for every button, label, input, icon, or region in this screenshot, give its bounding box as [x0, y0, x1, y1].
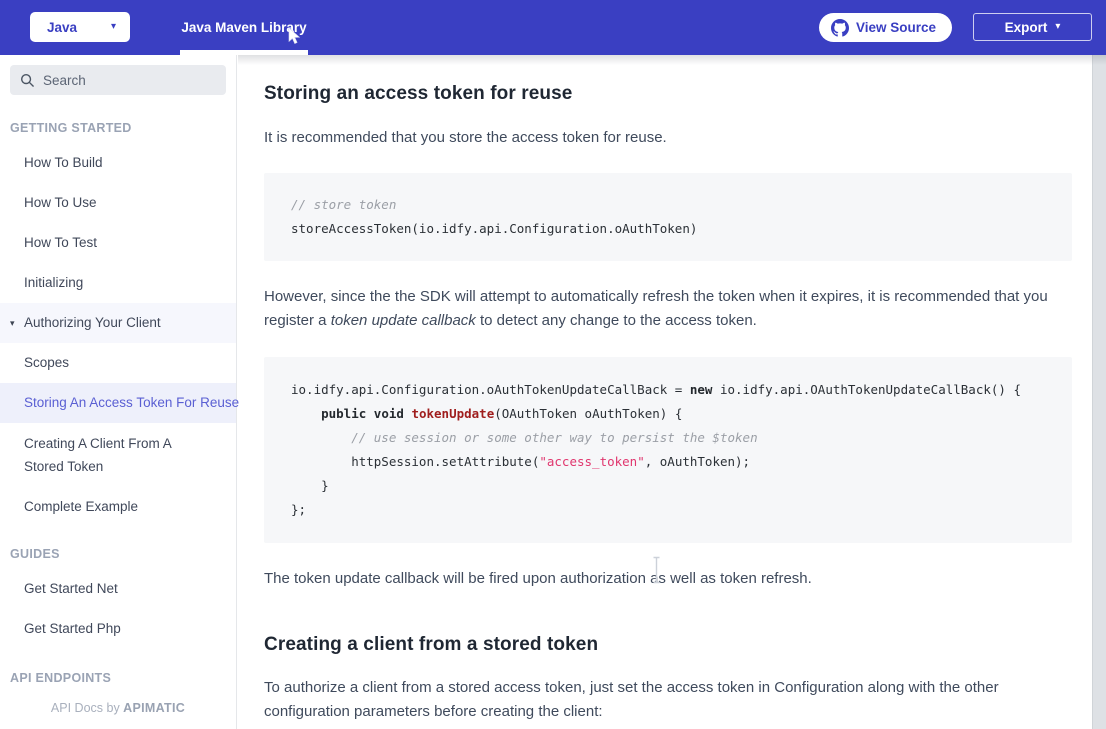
section-header-api-endpoints: API ENDPOINTS: [0, 671, 236, 685]
sidebar-item-label: Storing An Access Token For Reuse: [24, 395, 239, 410]
sidebar-item-how-to-use[interactable]: How To Use: [0, 183, 236, 223]
sidebar-item-label: Scopes: [24, 355, 69, 370]
apimatic-attribution: API Docs by APIMATIC: [0, 701, 236, 715]
code-line: io.idfy.api.Configuration.oAuthTokenUpda…: [291, 378, 1045, 402]
sidebar-item-label: Get Started Net: [24, 581, 118, 596]
sidebar-item-label: Get Started Php: [24, 621, 121, 636]
section-header-guides: GUIDES: [0, 547, 236, 561]
sidebar-item-label: How To Use: [24, 195, 97, 210]
sidebar-nav-guides: Get Started Net Get Started Php: [0, 569, 236, 649]
sidebar-item-get-started-php[interactable]: Get Started Php: [0, 609, 236, 649]
code-line: }: [291, 474, 1045, 498]
sidebar-item-storing-an-access-token-for-reuse[interactable]: Storing An Access Token For Reuse: [0, 383, 236, 423]
sidebar-item-get-started-net[interactable]: Get Started Net: [0, 569, 236, 609]
chevron-down-icon: ▾: [10, 303, 15, 343]
view-source-label: View Source: [856, 20, 936, 35]
tab-java-maven-library[interactable]: Java Maven Library: [180, 0, 308, 55]
language-dropdown-label: Java: [47, 20, 77, 35]
search-icon: [20, 73, 35, 88]
paragraph: To authorize a client from a stored acce…: [264, 676, 1072, 724]
page-body: Search GETTING STARTED How To Build How …: [0, 55, 1106, 729]
language-dropdown[interactable]: Java ▾: [30, 12, 130, 42]
sidebar-item-authorizing-your-client[interactable]: ▾ Authorizing Your Client: [0, 303, 236, 343]
apimatic-brand: APIMATIC: [123, 701, 185, 715]
sidebar-item-scopes[interactable]: Scopes: [0, 343, 236, 383]
sidebar-item-creating-a-client-from-a-stored-token[interactable]: Creating A Client From A Stored Token: [0, 423, 236, 487]
code-line: public void tokenUpdate(OAuthToken oAuth…: [291, 402, 1045, 426]
view-source-button[interactable]: View Source: [819, 13, 952, 42]
navbar-actions: View Source Export ▾: [819, 13, 1092, 42]
code-line: };: [291, 498, 1045, 522]
code-line: httpSession.setAttribute("access_token",…: [291, 450, 1045, 474]
search-input[interactable]: Search: [10, 65, 226, 95]
sidebar-item-label: How To Build: [24, 155, 103, 170]
section-header-getting-started: GETTING STARTED: [0, 121, 236, 135]
code-line: // store token: [291, 193, 1045, 217]
app-window: Java ▾ Java Maven Library View Source Ex…: [0, 0, 1106, 729]
chevron-down-icon: ▾: [1055, 22, 1060, 32]
sidebar-item-how-to-test[interactable]: How To Test: [0, 223, 236, 263]
code-line: storeAccessToken(io.idfy.api.Configurati…: [291, 217, 1045, 241]
sidebar-item-initializing[interactable]: Initializing: [0, 263, 236, 303]
sidebar-item-label: Creating A Client From A Stored Token: [24, 436, 171, 474]
sidebar-item-label: Complete Example: [24, 499, 138, 514]
export-label: Export: [1005, 20, 1048, 35]
export-dropdown-button[interactable]: Export ▾: [973, 13, 1092, 41]
sidebar-item-how-to-build[interactable]: How To Build: [0, 143, 236, 183]
sidebar-item-label: Authorizing Your Client: [24, 315, 161, 330]
vertical-scrollbar[interactable]: [1092, 55, 1106, 729]
paragraph: The token update callback will be fired …: [264, 567, 1072, 591]
code-block-store-token: // store token storeAccessToken(io.idfy.…: [264, 173, 1072, 261]
tab-label: Java Maven Library: [181, 20, 306, 35]
top-navbar: Java ▾ Java Maven Library View Source Ex…: [0, 0, 1106, 55]
attribution-prefix: API Docs by: [51, 701, 123, 715]
sidebar-item-label: Initializing: [24, 275, 83, 290]
search-placeholder: Search: [43, 73, 86, 88]
paragraph: It is recommended that you store the acc…: [264, 126, 1072, 150]
sidebar-nav-getting-started: How To Build How To Use How To Test Init…: [0, 143, 236, 527]
main-content: Storing an access token for reuse It is …: [237, 55, 1092, 729]
github-icon: [831, 19, 849, 37]
sidebar-item-complete-example[interactable]: Complete Example: [0, 487, 236, 527]
chevron-down-icon: ▾: [111, 22, 116, 32]
sidebar-item-label: How To Test: [24, 235, 97, 250]
sidebar: Search GETTING STARTED How To Build How …: [0, 55, 237, 729]
section-heading-storing-token: Storing an access token for reuse: [264, 83, 1072, 105]
section-heading-creating-client: Creating a client from a stored token: [264, 634, 1072, 656]
code-block-token-update-callback: io.idfy.api.Configuration.oAuthTokenUpda…: [264, 357, 1072, 543]
code-line: // use session or some other way to pers…: [291, 426, 1045, 450]
paragraph: However, since the the SDK will attempt …: [264, 285, 1072, 333]
